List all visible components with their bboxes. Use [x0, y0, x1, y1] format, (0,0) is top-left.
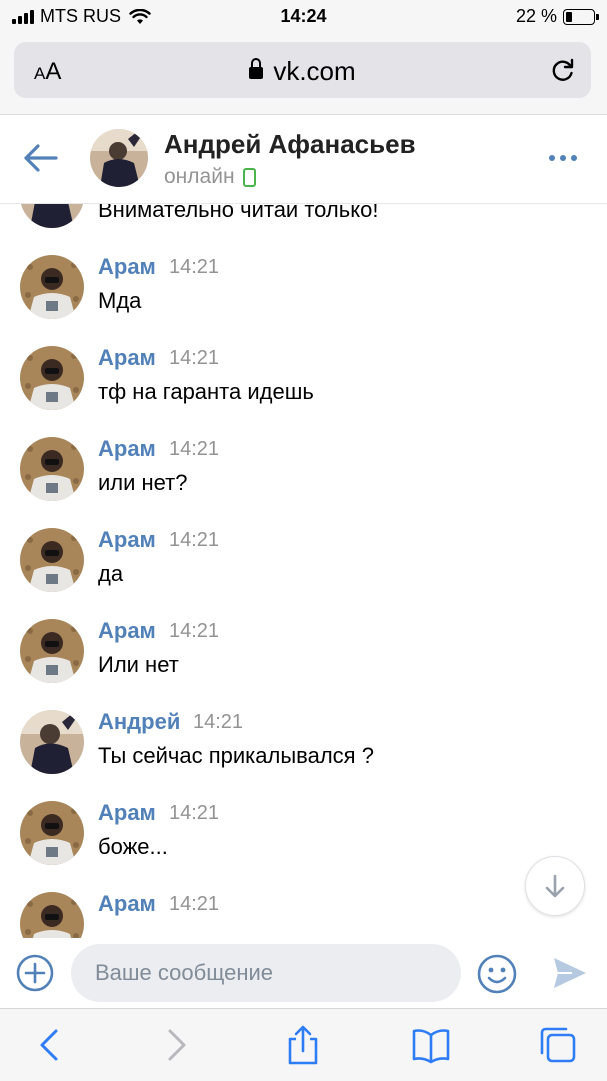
lock-icon	[249, 58, 264, 79]
message-time: 14:21	[169, 256, 220, 278]
sender-avatar[interactable]	[20, 801, 84, 865]
message-author[interactable]: Арам	[98, 618, 156, 644]
message-author[interactable]: Арам	[98, 527, 156, 553]
more-icon[interactable]	[549, 155, 577, 161]
message-row: Арам 14:21 Мда	[0, 242, 607, 333]
message-row: Андрей 14:21 Ты сейчас прикалывался ?	[0, 697, 607, 788]
status-right: 22 %	[515, 6, 599, 27]
message-composer	[0, 938, 607, 1008]
message-author[interactable]: Арам	[98, 891, 156, 917]
message-text: Внимательно читай только!	[98, 203, 379, 222]
message-row: Арам 14:21 тф на гаранта идешь	[0, 333, 607, 424]
share-icon[interactable]	[283, 1025, 323, 1065]
sender-avatar[interactable]	[20, 255, 84, 319]
message-author[interactable]: Арам	[98, 345, 156, 371]
sender-avatar[interactable]	[20, 203, 84, 228]
message-time: 14:21	[169, 893, 220, 915]
status-bar: MTS RUS 14:24 22 %	[0, 0, 607, 34]
message-input[interactable]	[71, 944, 461, 1002]
sender-avatar[interactable]	[20, 619, 84, 683]
chat-header: Андрей Афанасьев онлайн	[0, 115, 607, 204]
browser-toolbar	[0, 1008, 607, 1081]
sender-avatar[interactable]	[20, 528, 84, 592]
arrow-down-icon	[545, 874, 565, 898]
sender-avatar[interactable]	[20, 892, 84, 938]
battery-icon	[563, 8, 599, 25]
attach-plus-icon[interactable]	[16, 954, 54, 992]
back-arrow-icon[interactable]	[24, 143, 58, 173]
battery-level	[566, 11, 572, 22]
message-list: Внимательно читай только! Арам 14:21 Мда Ара…	[0, 203, 607, 938]
message-row: Арам 14:21 боже...	[0, 788, 607, 879]
browser-address-bar: AA vk.com	[0, 34, 607, 115]
message-time: 14:21	[169, 347, 220, 369]
message-text: Мда	[98, 288, 142, 313]
online-status-text: онлайн	[164, 165, 235, 188]
forward-icon[interactable]	[156, 1025, 196, 1065]
message-time: 14:21	[169, 438, 220, 460]
reload-icon[interactable]	[549, 56, 577, 84]
message-author[interactable]: Арам	[98, 254, 156, 280]
message-row: Арам 14:21 Или нет	[0, 606, 607, 697]
emoji-icon[interactable]	[477, 954, 517, 994]
message-time: 14:21	[193, 711, 244, 733]
message-text: Ты сейчас прикалывался ?	[98, 743, 374, 768]
andrey-avatar-image	[90, 129, 148, 187]
message-text: или нет?	[98, 470, 188, 495]
message-row: Арам 14:21	[0, 879, 607, 938]
sender-avatar[interactable]	[20, 346, 84, 410]
contact-status: онлайн	[164, 165, 256, 189]
message-time: 14:21	[169, 529, 220, 551]
sender-avatar[interactable]	[20, 710, 84, 774]
url-display[interactable]: vk.com	[14, 56, 591, 87]
battery-percent: 22 %	[515, 6, 557, 26]
message-text: да	[98, 561, 124, 586]
back-icon[interactable]	[30, 1025, 70, 1065]
message-text: тф на гаранта идешь	[98, 379, 314, 404]
bookmarks-icon[interactable]	[411, 1025, 451, 1065]
message-row: Внимательно читай только!	[0, 203, 607, 242]
url-field[interactable]: AA vk.com	[14, 42, 591, 98]
message-text: боже...	[98, 834, 168, 859]
contact-avatar[interactable]	[90, 129, 148, 187]
sender-avatar[interactable]	[20, 437, 84, 501]
message-time: 14:21	[169, 620, 220, 642]
message-text: Или нет	[98, 652, 179, 677]
message-author[interactable]: Андрей	[98, 709, 180, 735]
contact-name: Андрей Афанасьев	[164, 129, 416, 159]
message-author[interactable]: Арам	[98, 800, 156, 826]
tabs-icon[interactable]	[538, 1025, 578, 1065]
url-text: vk.com	[273, 56, 356, 86]
scroll-down-button[interactable]	[525, 856, 585, 916]
send-icon[interactable]	[552, 956, 588, 990]
message-row: Арам 14:21 или нет?	[0, 424, 607, 515]
message-time: 14:21	[169, 802, 220, 824]
mobile-online-icon	[242, 167, 256, 187]
message-row: Арам 14:21 да	[0, 515, 607, 606]
message-author[interactable]: Арам	[98, 436, 156, 462]
